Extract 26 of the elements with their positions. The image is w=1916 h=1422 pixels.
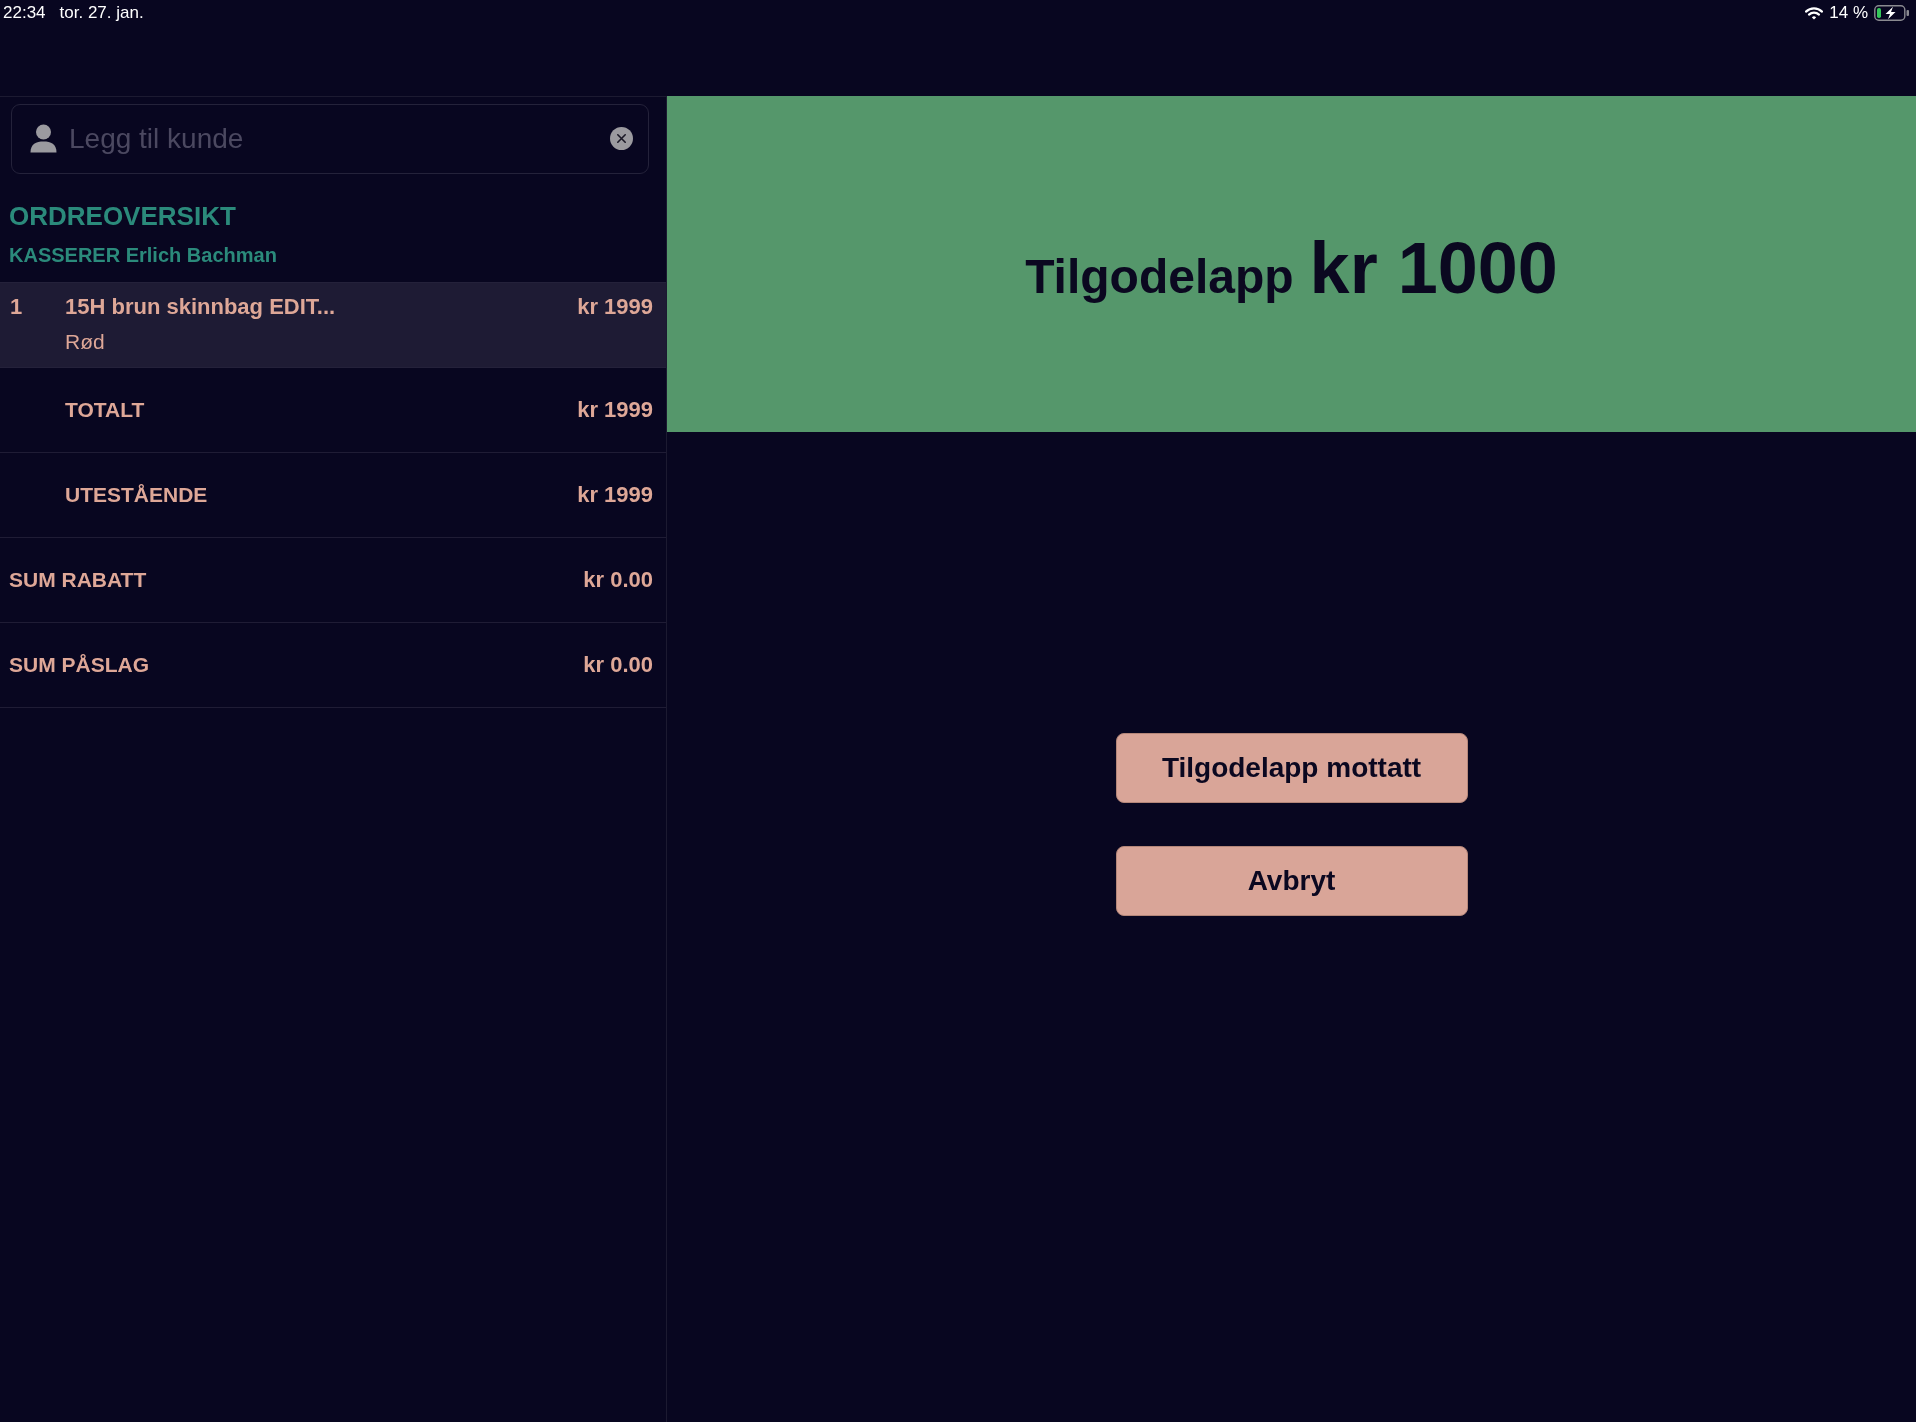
section-title: ORDREOVERSIKT xyxy=(9,201,236,232)
voucher-label: Tilgodelapp xyxy=(1025,249,1294,305)
battery-charging-icon xyxy=(1874,5,1910,21)
action-button[interactable]: Tilgodelapp mottatt xyxy=(1115,733,1468,803)
battery-percent: 14 % xyxy=(1829,3,1868,23)
item-price: kr 1999 xyxy=(577,293,653,321)
status-date: tor. 27. jan. xyxy=(59,3,144,23)
clear-icon[interactable] xyxy=(610,127,633,150)
summary-label: TOTALT xyxy=(65,397,145,423)
person-icon xyxy=(30,124,57,153)
voucher-amount: kr 1000 xyxy=(1309,227,1558,309)
customer-search-field[interactable]: Legg til kunde xyxy=(11,104,649,174)
action-button[interactable]: Avbryt xyxy=(1115,846,1468,916)
summary-value: kr 1999 xyxy=(577,396,653,424)
summary-label: SUM RABATT xyxy=(9,567,147,593)
wifi-icon xyxy=(1805,6,1824,20)
summary-label: SUM PÅSLAG xyxy=(9,652,149,678)
cashier-label: KASSERER Erlich Bachman xyxy=(9,243,277,268)
summary-value: kr 1999 xyxy=(577,481,653,509)
item-variant: Rød xyxy=(65,329,105,355)
status-time: 22:34 xyxy=(3,3,46,23)
summary-label: UTESTÅENDE xyxy=(65,482,208,508)
item-quantity: 1 xyxy=(10,293,24,321)
item-name: 15H brun skinnbag EDIT... xyxy=(65,293,336,321)
summary-value: kr 0.00 xyxy=(583,651,653,679)
summary-value: kr 0.00 xyxy=(583,566,653,594)
